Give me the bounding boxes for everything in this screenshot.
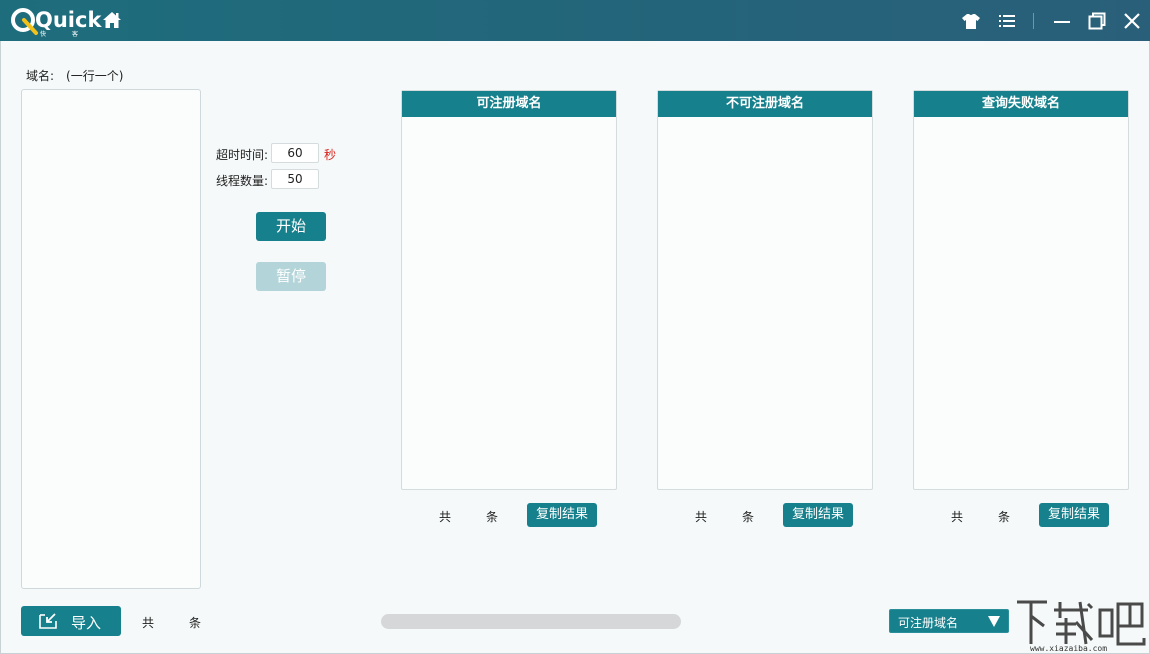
progress-bar xyxy=(381,614,681,629)
threads-label: 线程数量: xyxy=(216,174,269,188)
copy-results-button[interactable]: 复制结果 xyxy=(783,503,853,527)
export-type-select[interactable]: 可注册域名 xyxy=(889,609,1009,633)
titlebar-separator xyxy=(1033,13,1034,29)
panel-registrable[interactable]: 可注册域名 xyxy=(401,90,617,490)
bottom-total-prefix: 共 xyxy=(142,616,155,630)
panel-footer-failed: 共 条 复制结果 xyxy=(913,503,1129,527)
dropdown-arrow-icon xyxy=(988,616,1000,627)
app-logo: Quick 快 客 xyxy=(10,6,101,38)
bottom-total-suffix: 条 xyxy=(189,616,202,630)
skin-icon[interactable] xyxy=(961,11,981,31)
panel-title: 查询失败域名 xyxy=(914,91,1128,117)
start-button[interactable]: 开始 xyxy=(256,212,326,241)
total-prefix: 共 xyxy=(695,510,708,524)
title-bar: Quick 快 客 xyxy=(0,0,1150,41)
logo-sub-right: 客 xyxy=(72,31,79,38)
panel-title: 可注册域名 xyxy=(402,91,616,117)
timeout-label: 超时时间: xyxy=(216,148,269,162)
domain-input-area[interactable] xyxy=(21,89,201,589)
logo-sub-left: 快 xyxy=(40,31,47,38)
copy-results-button[interactable]: 复制结果 xyxy=(1039,503,1109,527)
timeout-input[interactable]: 60 xyxy=(271,143,319,163)
total-suffix: 条 xyxy=(486,510,499,524)
close-icon[interactable] xyxy=(1122,11,1142,31)
threads-input[interactable]: 50 xyxy=(271,169,319,189)
import-button[interactable]: 导入 xyxy=(21,606,121,636)
import-label: 导入 xyxy=(71,614,102,632)
minimize-icon[interactable] xyxy=(1052,11,1072,31)
pause-button[interactable]: 暂停 xyxy=(256,262,326,291)
panel-title: 不可注册域名 xyxy=(658,91,872,117)
timeout-unit: 秒 xyxy=(324,148,337,162)
watermark-url: www.xiazaiba.com xyxy=(1030,644,1108,653)
total-prefix: 共 xyxy=(951,510,964,524)
import-icon xyxy=(39,613,57,629)
restore-icon[interactable] xyxy=(1087,11,1107,31)
copy-results-button[interactable]: 复制结果 xyxy=(527,503,597,527)
home-icon[interactable] xyxy=(102,11,122,29)
total-suffix: 条 xyxy=(998,510,1011,524)
panel-failed[interactable]: 查询失败域名 xyxy=(913,90,1129,490)
total-suffix: 条 xyxy=(742,510,755,524)
domain-label-text: 域名: xyxy=(26,69,55,83)
panel-unregistrable[interactable]: 不可注册域名 xyxy=(657,90,873,490)
domain-label-hint: (一行一个) xyxy=(66,69,124,83)
menu-icon[interactable] xyxy=(997,11,1017,31)
panel-footer-unregistrable: 共 条 复制结果 xyxy=(657,503,873,527)
panel-footer-registrable: 共 条 复制结果 xyxy=(401,503,617,527)
export-select-value: 可注册域名 xyxy=(898,616,959,630)
total-prefix: 共 xyxy=(439,510,452,524)
domain-input-label: 域名: (一行一个) xyxy=(26,67,123,84)
